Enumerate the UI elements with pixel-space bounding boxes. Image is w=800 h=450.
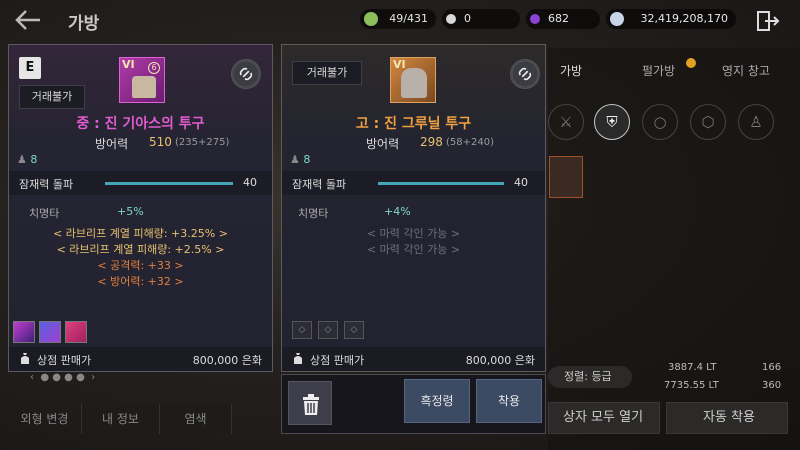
item-weight: ♟ 8 bbox=[290, 153, 311, 166]
armor-category-icon[interactable]: ⛨ bbox=[594, 104, 630, 140]
equipped-badge: E bbox=[19, 57, 41, 79]
option-line: < 라브리프 계열 피해량: +3.25% > bbox=[53, 227, 228, 240]
crit-label: 치명타 bbox=[29, 207, 60, 220]
defense-label: 방어력 bbox=[95, 137, 129, 151]
tab-bag[interactable]: 가방 bbox=[560, 62, 582, 79]
gem-category-icon[interactable]: ⬡ bbox=[690, 104, 726, 140]
option-line: < 마력 각인 가능 > bbox=[366, 227, 461, 240]
item-name: 고 : 진 그루닐 투구 bbox=[355, 116, 472, 132]
trade-restricted-tag: 거래불가 bbox=[19, 85, 85, 109]
link-icon[interactable] bbox=[231, 59, 261, 89]
money-bag-icon bbox=[294, 353, 302, 364]
enhance-count-icon: 6 bbox=[148, 62, 160, 74]
crit-label: 치명타 bbox=[298, 207, 329, 220]
pearl-icon bbox=[446, 14, 456, 24]
defense-value: 510 bbox=[149, 135, 172, 149]
crystal-icon bbox=[530, 14, 540, 24]
tab-my-info[interactable]: 내 정보 bbox=[82, 404, 160, 434]
link-icon[interactable] bbox=[510, 59, 540, 89]
weight-resource: 49/431 bbox=[360, 9, 436, 29]
crystal-resource: 682 bbox=[526, 9, 600, 29]
weight-max: 7735.55 LT bbox=[664, 380, 719, 391]
tab-territory-storage[interactable]: 영지 창고 bbox=[722, 62, 770, 79]
defense-breakdown: (235+275) bbox=[175, 137, 230, 148]
potential-bar bbox=[378, 182, 504, 185]
trade-restricted-tag: 거래불가 bbox=[292, 61, 362, 85]
defense-breakdown: (58+240) bbox=[446, 137, 494, 148]
tab-pearl-bag[interactable]: 펄가방 bbox=[642, 62, 675, 79]
back-arrow-icon[interactable] bbox=[14, 8, 42, 32]
tab-dye[interactable]: 염색 bbox=[160, 404, 232, 434]
slot-count-max: 360 bbox=[762, 380, 782, 391]
sell-price-value: 800,000 은화 bbox=[465, 354, 535, 367]
sell-price-value: 800,000 은화 bbox=[192, 354, 262, 367]
silver-resource: 32,419,208,170 bbox=[606, 9, 736, 29]
money-bag-icon bbox=[21, 353, 29, 364]
inventory-slot-helmet[interactable] bbox=[549, 156, 583, 198]
option-line: < 마력 각인 가능 > bbox=[366, 243, 461, 256]
weight-icon: ♟ bbox=[17, 153, 27, 166]
helmet-item-icon: VI 6 bbox=[119, 57, 165, 103]
potential-row: 잠재력 돌파 40 bbox=[9, 171, 272, 195]
potential-bar bbox=[105, 182, 233, 185]
crit-value: +5% bbox=[117, 205, 144, 218]
sell-price-label: 상점 판매가 bbox=[37, 354, 92, 367]
weight-current: 3887.4 LT bbox=[668, 362, 717, 373]
black-spirit-button[interactable]: 흑정령 bbox=[404, 379, 470, 423]
helmet-shape bbox=[401, 68, 427, 98]
defense-value: 298 bbox=[420, 135, 443, 149]
option-line: < 방어력: +32 > bbox=[97, 275, 184, 288]
crystal-gem-icon[interactable] bbox=[65, 321, 87, 343]
trash-icon bbox=[303, 394, 319, 415]
potion-category-icon[interactable]: ♙ bbox=[738, 104, 774, 140]
exit-icon[interactable] bbox=[756, 10, 780, 32]
sell-price-label: 상점 판매가 bbox=[310, 354, 365, 367]
ring-category-icon[interactable]: ○ bbox=[642, 104, 678, 140]
potential-label: 잠재력 돌파 bbox=[19, 178, 74, 191]
option-line: < 라브리프 계열 피해량: +2.5% > bbox=[56, 243, 225, 256]
potential-row: 잠재력 돌파 40 bbox=[282, 171, 545, 195]
compare-item-card: 거래불가 VI 고 : 진 그루닐 투구 방어력 298 (58+240) ♟ … bbox=[281, 44, 546, 372]
crystal-gem-icon[interactable] bbox=[13, 321, 35, 343]
defense-label: 방어력 bbox=[366, 137, 400, 151]
delete-button[interactable] bbox=[288, 381, 332, 425]
swords-category-icon[interactable]: ⚔ bbox=[548, 104, 584, 140]
pearl-resource: 0 bbox=[442, 9, 520, 29]
crystal-gem-icon[interactable] bbox=[39, 321, 61, 343]
page-dots: ‹ ● ● ● ● › bbox=[30, 372, 96, 383]
empty-gem-slot-icon[interactable]: ◇ bbox=[318, 321, 338, 339]
auto-equip-button[interactable]: 자동 착용 bbox=[666, 402, 788, 434]
option-line: < 공격력: +33 > bbox=[97, 259, 184, 272]
potential-value: 40 bbox=[514, 176, 528, 189]
notification-dot bbox=[686, 58, 696, 68]
open-all-boxes-button[interactable]: 상자 모두 열기 bbox=[548, 402, 660, 434]
top-bar: 가방 49/431 0 682 32,419,208,170 bbox=[0, 0, 800, 40]
sort-dropdown[interactable]: 정렬: 등급 bbox=[548, 366, 632, 388]
potential-label: 잠재력 돌파 bbox=[292, 178, 347, 191]
empty-gem-slot-icon[interactable]: ◇ bbox=[292, 321, 312, 339]
potential-value: 40 bbox=[243, 176, 257, 189]
weight-icon bbox=[364, 12, 378, 26]
sell-price-row: 상점 판매가 800,000 은화 bbox=[9, 347, 272, 371]
slot-count-used: 166 bbox=[762, 362, 782, 373]
weight-icon: ♟ bbox=[290, 153, 300, 166]
tab-appearance[interactable]: 외형 변경 bbox=[8, 404, 82, 434]
sell-price-row: 상점 판매가 800,000 은화 bbox=[282, 347, 545, 371]
empty-gem-slot-icon[interactable]: ◇ bbox=[344, 321, 364, 339]
equip-button[interactable]: 착용 bbox=[476, 379, 542, 423]
crit-value: +4% bbox=[384, 205, 411, 218]
helmet-item-icon: VI bbox=[390, 57, 436, 103]
silver-icon bbox=[610, 12, 624, 26]
action-bar: 흑정령 착용 bbox=[281, 374, 546, 434]
helmet-shape bbox=[132, 76, 156, 98]
item-weight: ♟ 8 bbox=[17, 153, 38, 166]
page-title: 가방 bbox=[68, 14, 100, 34]
item-name: 중 : 진 기아스의 투구 bbox=[76, 116, 205, 132]
equipped-item-card: E 거래불가 VI 6 중 : 진 기아스의 투구 방어력 510 (235+2… bbox=[8, 44, 273, 372]
